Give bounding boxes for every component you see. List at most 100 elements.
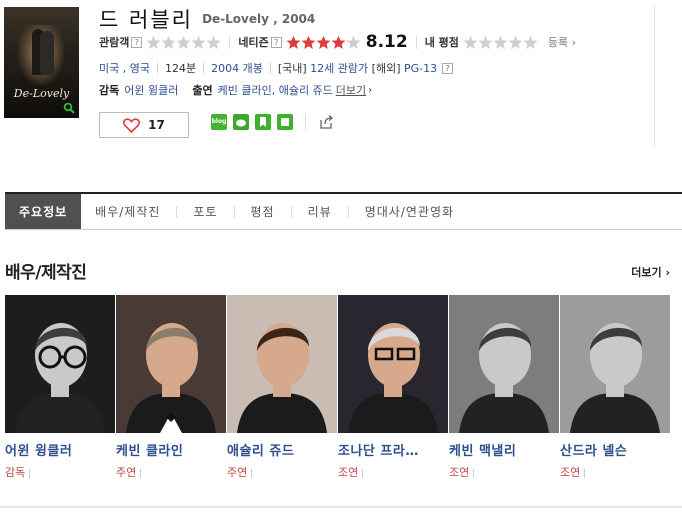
cast-label: 출연 [192,84,213,97]
tab-divider [347,205,349,218]
share-icons: blog [211,114,334,130]
overseas-tag: [해외] [371,62,401,75]
help-icon[interactable]: ? [131,36,143,48]
person-role: 감독 [5,464,116,480]
divider [305,114,306,130]
star-icon [523,35,538,49]
star-icon [286,35,301,49]
movie-poster[interactable]: De-Lovely [4,7,79,118]
more-cast-link[interactable]: 더보기 [336,82,366,98]
cast-card[interactable]: 어윈 윙클러감독 [5,295,116,480]
cast-card[interactable]: 케빈 맥낼리조연 [449,295,560,480]
poster-figure [40,31,54,75]
star-icon [176,35,191,49]
person-name[interactable]: 조나단 프라… [338,440,449,459]
me2day-icon[interactable] [233,114,249,130]
tab-divider [233,205,235,218]
movie-title[interactable]: 드 러블리 [99,8,193,32]
divider [415,35,417,49]
more-link[interactable]: 더보기 › [631,264,670,280]
person-name[interactable]: 어윈 윙클러 [5,440,116,459]
person-photo[interactable] [338,295,448,433]
register-rating-link[interactable]: 등록 › [548,34,576,50]
domestic-rating-link[interactable]: 12세 관람가 [310,60,368,76]
netizen-rating-label: 네티즌 [238,36,269,49]
person-role: 주연 [227,464,338,480]
release-link[interactable]: 2004 개봉 [211,60,263,76]
person-photo[interactable] [116,295,226,433]
audience-stars [146,35,221,50]
tab-item[interactable]: 리뷰 [308,194,332,229]
person-name[interactable]: 케빈 맥낼리 [449,440,560,459]
green-square-icon[interactable] [277,114,293,130]
person-role: 조연 [449,464,560,480]
cast-card[interactable]: 애슐리 쥬드주연 [227,295,338,480]
star-icon [146,35,161,49]
help-icon[interactable]: ? [270,36,282,48]
chevron-right-icon: › [368,84,373,96]
divider [0,506,682,508]
my-rating-label: 내 평점 [424,36,459,49]
help-icon[interactable]: ? [442,62,454,74]
poster-title: De-Lovely [13,87,70,100]
star-icon [206,35,221,49]
person-role: 주연 [116,464,227,480]
runtime: 124분 [164,62,197,75]
person-name[interactable]: 산드라 넬슨 [560,440,671,459]
star-icon [346,35,361,49]
tab-divider [290,205,292,218]
audience-rating-label: 관람객 [99,36,130,49]
netizen-score: 8.12 [365,32,408,52]
cast-card[interactable]: 조나단 프라… 조연 [338,295,449,480]
person-photo[interactable] [449,295,559,433]
divider [203,63,205,73]
section-title: 배우/제작진 [5,263,87,283]
tab-item[interactable]: 배우/제작진 [95,194,160,229]
star-icon [301,35,316,49]
star-icon [493,35,508,49]
person-photo[interactable] [5,295,115,433]
person-photo[interactable] [560,295,670,433]
tab-divider [176,205,178,218]
rating-row: 관람객 ? 네티즌 ? 8.12 내 평점 등록 › [99,32,576,52]
star-icon [161,35,176,49]
director-link[interactable]: 어윈 윙클러 [124,82,178,98]
domestic-tag: [국내] [277,62,307,75]
share-out-icon[interactable] [318,114,334,130]
overseas-rating-link[interactable]: PG-13 [404,62,437,75]
cast-list: 어윈 윙클러 감독 케빈 클라인 주연 애슐리 쥬드 주연 조나단 프라… 조연 케빈 맥낼리 조… [5,295,671,480]
divider [229,35,231,49]
person-photo[interactable] [227,295,337,433]
cast-card[interactable]: 산드라 넬슨조연 [560,295,671,480]
magnifier-icon[interactable] [63,102,75,114]
movie-title-row: 드 러블리 De-Lovely , 2004 [99,4,315,34]
tab-item[interactable]: 포토 [193,194,217,229]
divider [156,63,158,73]
director-label: 감독 [99,84,120,97]
star-icon [331,35,346,49]
like-count: 17 [148,118,165,132]
netizen-stars [286,35,361,50]
person-name[interactable]: 애슐리 쥬드 [227,440,338,459]
register-label: 등록 [547,36,569,49]
tab-item[interactable]: 주요정보 [5,194,82,229]
cast-card[interactable]: 케빈 클라인주연 [116,295,227,480]
tab-bar: 주요정보 배우/제작진 포토 평점 리뷰 명대사/연관영화 [5,192,682,230]
credits-row: 감독 어윈 윙클러 출연 케빈 클라인, 애슐리 쥬드 더보기 › [99,82,372,98]
like-button[interactable]: 17 [99,112,189,138]
cast-link[interactable]: 케빈 클라인, 애슐리 쥬드 [218,82,333,98]
movie-original-title: De-Lovely , 2004 [202,12,316,26]
country-link[interactable]: 미국 , 영국 [99,60,150,76]
tab-item[interactable]: 평점 [251,194,275,229]
star-icon [478,35,493,49]
person-name[interactable]: 케빈 클라인 [116,440,227,459]
star-icon [316,35,331,49]
star-icon [463,35,478,49]
my-rating-stars[interactable] [463,35,538,50]
person-role: 조연 [338,464,449,480]
bookmark-icon[interactable] [255,114,271,130]
star-icon [191,35,206,49]
blog-icon[interactable]: blog [211,114,227,130]
person-role: 조연 [560,464,671,480]
tab-item[interactable]: 명대사/연관영화 [365,194,454,229]
